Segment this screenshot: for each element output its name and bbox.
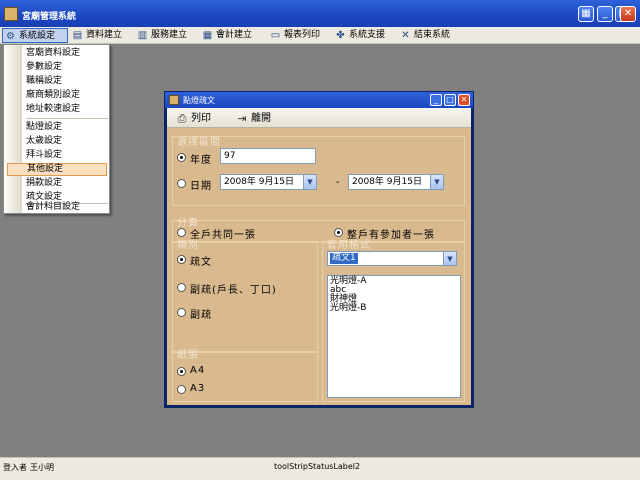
paper-group-label: 紙張: [177, 350, 199, 361]
chevron-down-icon[interactable]: ▼: [430, 175, 443, 189]
chevron-down-icon[interactable]: ▼: [443, 252, 456, 265]
exit-label: 離開: [251, 113, 271, 124]
dropdown-item-address[interactable]: 地址較速設定: [4, 103, 109, 116]
gear-icon: ⚙: [6, 31, 15, 42]
print-label: 列印: [191, 113, 211, 124]
menu-label: 報表列印: [284, 30, 321, 40]
dialog-toolbar: ⎙ 列印 ⇥ 離開: [167, 108, 471, 128]
a4-label: A4: [190, 365, 206, 376]
menu-label: 系統支援: [349, 30, 386, 40]
year-radio[interactable]: [177, 153, 186, 162]
menu-system-support[interactable]: ✤ 系統支援: [333, 28, 389, 43]
menu-label: 資料建立: [86, 30, 123, 40]
a3-label: A3: [190, 383, 206, 394]
sub-prayer-head-label: 副疏(戶長、丁口): [190, 285, 277, 296]
window-titlebar: 宮廟管理系統 ▦ _ □: [0, 0, 640, 27]
date-from-picker[interactable]: 2008年 9月15日 ▼: [220, 174, 317, 190]
date-from-value: 2008年 9月15日: [224, 177, 294, 187]
menu-label: 服務建立: [151, 30, 188, 40]
year-input[interactable]: 97: [220, 148, 316, 164]
kind-group-label: 類別: [177, 240, 199, 251]
year-radio-label: 年度: [190, 155, 212, 166]
menubar: ⚙ 系統設定 ▤ 資料建立 ▥ 服務建立 ▦ 會計建立 ▭ 報表列印 ✤ 系統支…: [0, 27, 640, 44]
dialog-titlebar: 點燈疏文 _ □ ✕: [165, 92, 473, 108]
exit-button[interactable]: ⇥ 離開: [233, 111, 271, 126]
list-item[interactable]: 光明燈-A: [330, 277, 458, 286]
date-radio-label: 日期: [190, 181, 212, 192]
format-selected-value: 疏文1: [330, 253, 358, 264]
lamp-prayer-dialog: 點燈疏文 _ □ ✕ ⎙ 列印 ⇥ 離開 選擇區間 年度 97 日期 2008年…: [164, 91, 474, 408]
dialog-body: ⎙ 列印 ⇥ 離開 選擇區間 年度 97 日期 2008年 9月15日 ▼ - …: [167, 108, 471, 405]
dropdown-item-vendor-types[interactable]: 廠商類別設定: [4, 89, 109, 102]
print-button[interactable]: ⎙ 列印: [173, 111, 211, 126]
printer-icon: ⎙: [177, 112, 187, 125]
dialog-minimize-button[interactable]: _: [430, 94, 442, 106]
sub-prayer-radio[interactable]: [177, 308, 186, 317]
date-radio[interactable]: [177, 179, 186, 188]
minimize-button[interactable]: _: [597, 6, 613, 22]
dialog-close-button[interactable]: ✕: [458, 94, 470, 106]
menu-exit-system[interactable]: ✕ 結束系統: [398, 28, 454, 43]
close-button[interactable]: ✕: [620, 6, 636, 22]
dropdown-item-accounting-subjects[interactable]: 會計科目設定: [4, 202, 109, 213]
a3-radio[interactable]: [177, 385, 186, 394]
menu-label: 結束系統: [414, 30, 451, 40]
dialog-title: 點燈疏文: [183, 96, 215, 105]
chevron-down-icon[interactable]: ▼: [303, 175, 316, 189]
service-icon: ▥: [137, 30, 148, 41]
list-item[interactable]: 光明燈-B: [330, 304, 458, 313]
account-icon: ▦: [202, 30, 213, 41]
app-icon: [4, 7, 18, 21]
login-user: 王小明: [30, 463, 54, 472]
menu-label: 系統設定: [19, 31, 56, 41]
dropdown-item-taisui[interactable]: 太歲設定: [4, 135, 109, 148]
a4-radio[interactable]: [177, 367, 186, 376]
date-range-dash: -: [336, 177, 341, 188]
exit-door-icon: ⇥: [237, 112, 247, 125]
menu-separator: [26, 118, 108, 119]
dropdown-item-other[interactable]: 其他設定: [7, 163, 107, 176]
date-to-value: 2008年 9月15日: [352, 177, 422, 187]
status-label-2: toolStripStatusLabel2: [274, 462, 361, 471]
status-bar: 登入者 王小明 toolStripStatusLabel2: [0, 457, 640, 480]
dialog-maximize-button[interactable]: □: [444, 94, 456, 106]
dropdown-item-lamp[interactable]: 點燈設定: [4, 121, 109, 134]
report-icon: ▭: [270, 30, 281, 41]
login-label: 登入者: [3, 463, 27, 472]
all-household-label: 全戶共同一張: [190, 230, 256, 241]
prayer-text-radio[interactable]: [177, 255, 186, 264]
format-group-label: 套用格式: [327, 240, 371, 251]
format-select[interactable]: 疏文1 ▼: [327, 251, 457, 266]
dropdown-item-baidou[interactable]: 拜斗設定: [4, 149, 109, 162]
menu-label: 會計建立: [216, 30, 253, 40]
prayer-text-label: 疏文: [190, 257, 212, 268]
system-settings-dropdown: 宮廟資料設定 參數設定 職稱設定 廠商類別設定 地址較速設定 點燈設定 太歲設定…: [3, 44, 110, 214]
sub-prayer-label: 副疏: [190, 310, 212, 321]
menu-report-print[interactable]: ▭ 報表列印: [268, 28, 324, 43]
dialog-app-icon: [169, 95, 179, 105]
exit-icon: ✕: [401, 30, 410, 41]
support-icon: ✤: [336, 30, 345, 41]
menu-accounting-entry[interactable]: ▦ 會計建立: [200, 28, 256, 43]
window-title: 宮廟管理系統: [22, 12, 77, 22]
tile-button[interactable]: ▦: [578, 6, 594, 22]
dropdown-item-parameters[interactable]: 參數設定: [4, 61, 109, 74]
menu-data-entry[interactable]: ▤ 資料建立: [70, 28, 126, 43]
menu-service-entry[interactable]: ▥ 服務建立: [135, 28, 191, 43]
format-list[interactable]: 光明燈-A abc 財神燈 光明燈-B: [327, 275, 461, 398]
dropdown-item-donation[interactable]: 捐款設定: [4, 177, 109, 190]
sub-prayer-head-radio[interactable]: [177, 283, 186, 292]
dropdown-item-temple-data[interactable]: 宮廟資料設定: [4, 47, 109, 60]
date-to-picker[interactable]: 2008年 9月15日 ▼: [348, 174, 444, 190]
dropdown-item-job-titles[interactable]: 職稱設定: [4, 75, 109, 88]
menu-system-settings[interactable]: ⚙ 系統設定: [2, 28, 68, 43]
folder-icon: ▤: [72, 30, 83, 41]
period-group-label: 選擇區間: [177, 137, 221, 148]
